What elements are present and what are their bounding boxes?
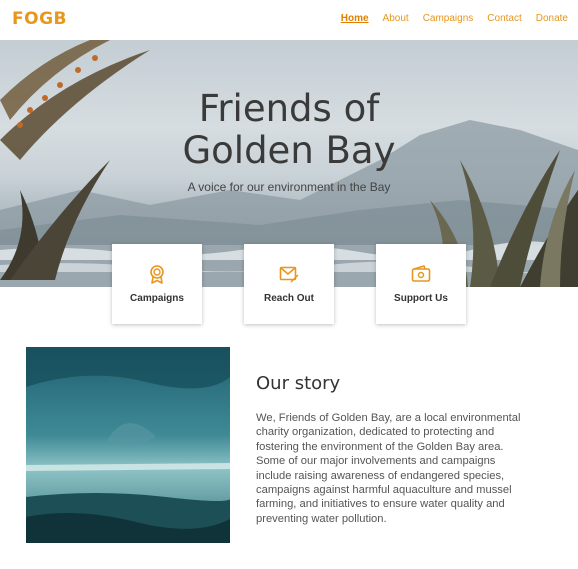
campaigns-card[interactable]: Campaigns	[112, 244, 202, 324]
story-text: We, Friends of Golden Bay, are a local e…	[256, 412, 521, 525]
award-icon	[150, 265, 164, 284]
hero-title-line-1: Friends of	[198, 87, 380, 130]
nav-donate-link[interactable]: Donate	[536, 13, 568, 24]
reach-out-card-label: Reach Out	[263, 293, 314, 304]
hero-subtitle: A voice for our environment in the Bay	[187, 180, 391, 194]
hero-title: Friends of Golden Bay	[0, 88, 578, 172]
story-title: Our story	[256, 373, 341, 394]
story-image	[26, 347, 230, 543]
main-nav: Home About Campaigns Contact Donate	[341, 13, 568, 24]
hero-title-line-2: Golden Bay	[182, 129, 396, 172]
site-header: FOGB Home About Campaigns Contact Donate	[0, 0, 578, 40]
nav-about-link[interactable]: About	[383, 13, 409, 24]
site-logo[interactable]: FOGB	[12, 9, 67, 29]
wallet-icon	[411, 265, 431, 282]
campaigns-card-label: Campaigns	[130, 293, 184, 304]
nav-home-link[interactable]: Home	[341, 13, 369, 24]
reach-out-card[interactable]: Reach Out	[244, 244, 334, 324]
support-us-card[interactable]: Support Us	[376, 244, 466, 324]
nav-contact-link[interactable]: Contact	[487, 13, 521, 24]
mail-edit-icon	[279, 266, 299, 283]
nav-campaigns-link[interactable]: Campaigns	[423, 13, 474, 24]
support-us-card-label: Support Us	[394, 293, 448, 304]
